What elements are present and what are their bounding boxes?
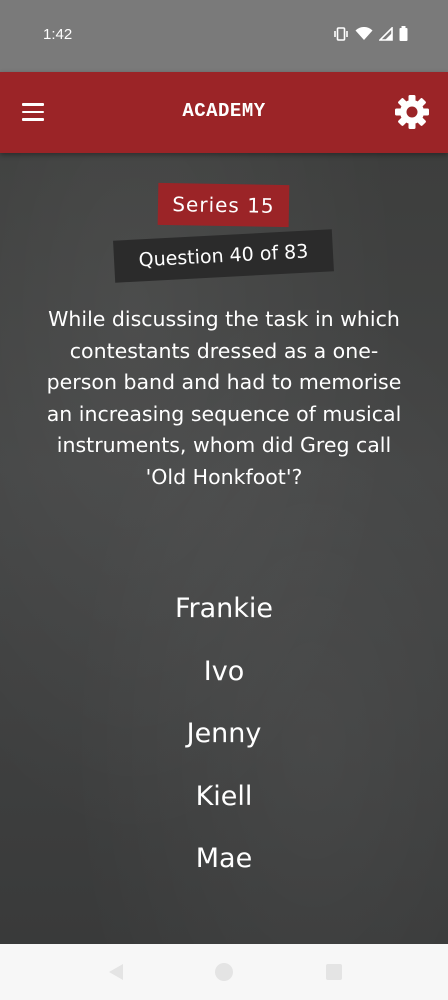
answer-option[interactable]: Frankie	[0, 578, 448, 641]
chalkboard: Series 15 Question 40 of 83 While discus…	[0, 153, 448, 944]
app-title: ACADEMY	[182, 100, 266, 122]
wifi-icon	[355, 26, 373, 40]
answer-option[interactable]: Mae	[0, 828, 448, 891]
navigation-bar	[0, 944, 448, 1000]
series-badge: Series 15	[157, 182, 290, 228]
answer-option[interactable]: Jenny	[0, 703, 448, 766]
back-icon[interactable]	[106, 962, 126, 982]
question-text: While discussing the task in which conte…	[46, 307, 402, 489]
recents-icon[interactable]	[324, 962, 344, 982]
question-counter: Question 40 of 83	[113, 229, 334, 283]
status-time: 1:42	[43, 26, 73, 43]
gear-icon[interactable]	[394, 94, 430, 130]
battery-icon	[399, 26, 408, 41]
app-bar: ACADEMY	[0, 72, 448, 153]
answer-option[interactable]: Kiell	[0, 766, 448, 829]
home-icon[interactable]	[214, 962, 234, 982]
answer-option[interactable]: Ivo	[0, 641, 448, 704]
status-bar: 1:42	[0, 0, 448, 72]
answer-list: Frankie Ivo Jenny Kiell Mae	[0, 578, 448, 891]
signal-icon	[379, 26, 393, 41]
vibrate-icon	[334, 26, 348, 41]
status-icons	[333, 26, 408, 41]
